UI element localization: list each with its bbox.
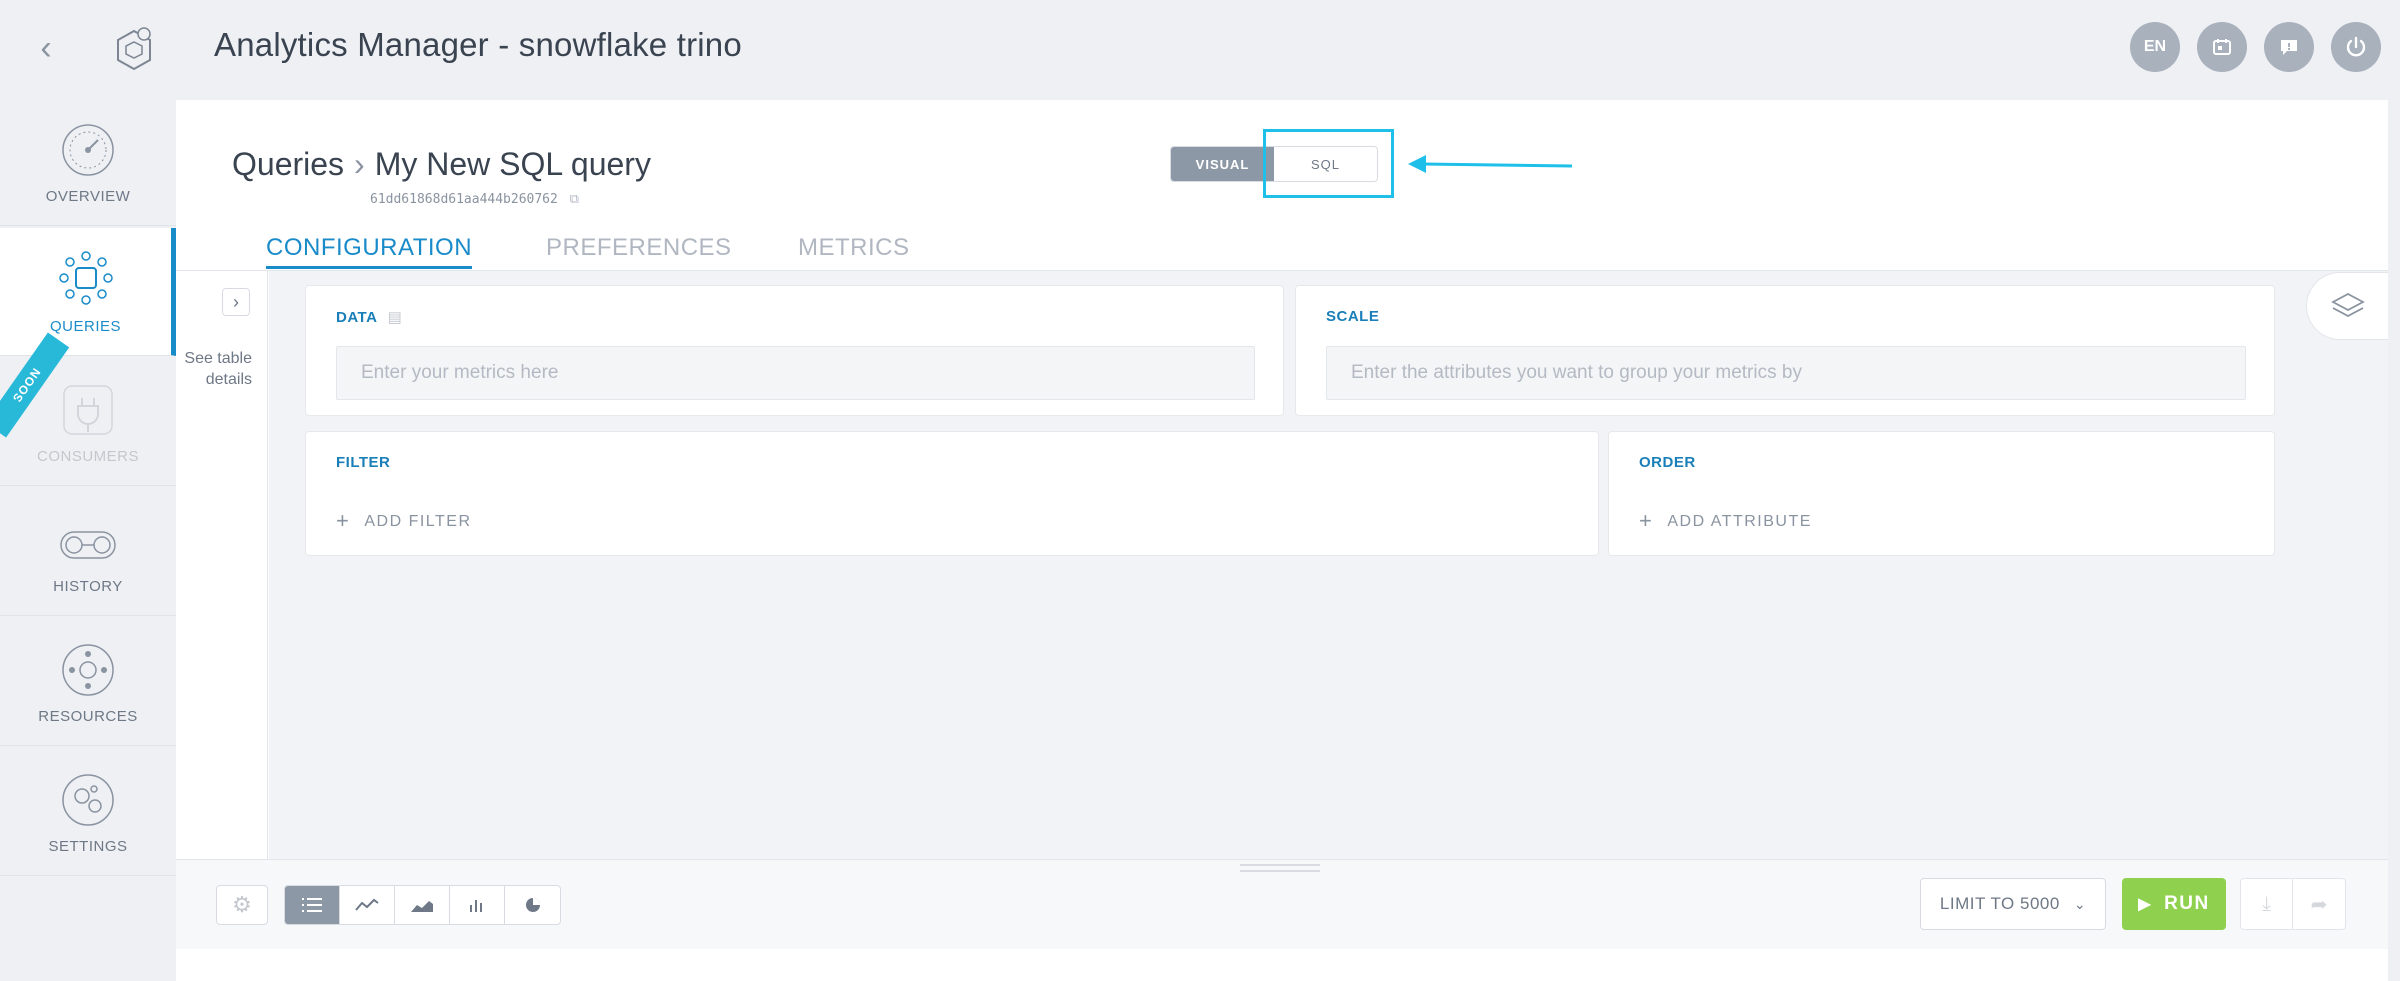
order-card-title: ORDER	[1639, 454, 1696, 471]
add-attribute-button[interactable]: + ADD ATTRIBUTE	[1639, 508, 1812, 534]
sidebar: OVERVIEW QUERIES CONSUMERS HISTORY RESOU…	[0, 98, 176, 876]
query-name[interactable]: My New SQL query	[375, 146, 651, 182]
order-card: ORDER + ADD ATTRIBUTE	[1608, 431, 2275, 556]
plus-icon: +	[336, 508, 351, 533]
expand-panel-button[interactable]: ›	[222, 288, 250, 316]
sidebar-item-settings[interactable]: SETTINGS	[0, 748, 176, 876]
data-card-title: DATA ▤	[336, 309, 403, 326]
settings-icon	[62, 774, 114, 826]
app-title: Analytics Manager - snowflake trino	[214, 26, 742, 63]
download-icon[interactable]: ⤓	[2241, 879, 2294, 929]
sidebar-item-label: CONSUMERS	[36, 448, 139, 465]
gauge-icon	[62, 124, 114, 176]
language-button[interactable]: EN	[2130, 22, 2180, 72]
visual-mode-button[interactable]: VISUAL	[1171, 147, 1274, 181]
visualization-type-group	[284, 885, 561, 925]
data-card: DATA ▤ Enter your metrics here	[305, 285, 1284, 416]
sidebar-item-label: QUERIES	[49, 318, 121, 335]
scale-card-title: SCALE	[1326, 308, 1380, 325]
layers-icon[interactable]	[2306, 272, 2388, 340]
chat-icon[interactable]	[2264, 22, 2314, 72]
sidebar-item-resources[interactable]: RESOURCES	[0, 618, 176, 746]
scale-attributes-input[interactable]: Enter the attributes you want to group y…	[1326, 346, 2246, 400]
tab-metrics[interactable]: METRICS	[798, 234, 910, 262]
export-group: ⤓ ➦	[2240, 878, 2346, 930]
share-icon[interactable]: ➦	[2293, 879, 2345, 929]
plug-icon	[63, 385, 113, 435]
play-icon: ▶	[2138, 896, 2153, 913]
table-view-icon[interactable]	[285, 886, 340, 924]
sidebar-item-queries[interactable]: QUERIES	[0, 228, 176, 356]
metrics-input[interactable]: Enter your metrics here	[336, 346, 1255, 400]
see-table-details-label[interactable]: See table details	[176, 348, 252, 390]
resources-icon	[62, 644, 114, 696]
breadcrumb: Queries › My New SQL query	[232, 146, 651, 183]
query-id: 61dd61868d61aa444b260762 ⧉	[370, 192, 579, 207]
breadcrumb-root[interactable]: Queries	[232, 146, 344, 182]
sparkle-icon: ✦	[8, 394, 25, 416]
filter-card: FILTER + ADD FILTER	[305, 431, 1599, 556]
sparkle-icon: ✦	[26, 382, 38, 398]
chevron-down-icon: ⌄	[2073, 895, 2087, 912]
back-arrow-icon[interactable]: ‹	[28, 30, 64, 66]
run-button[interactable]: ▶ RUN	[2122, 878, 2226, 930]
limit-dropdown[interactable]: LIMIT TO 5000 ⌄	[1920, 878, 2106, 930]
annotation-arrow-icon	[1408, 155, 1573, 173]
gear-icon[interactable]: ⚙	[216, 885, 268, 925]
sidebar-item-label: OVERVIEW	[45, 188, 131, 205]
calendar-icon[interactable]	[2197, 22, 2247, 72]
scale-card: SCALE Enter the attributes you want to g…	[1295, 285, 2275, 416]
filter-card-title: FILTER	[336, 454, 391, 471]
bar-chart-icon[interactable]	[450, 886, 505, 924]
line-chart-icon[interactable]	[340, 886, 395, 924]
plus-icon: +	[1639, 508, 1654, 533]
sidebar-item-label: SETTINGS	[48, 838, 128, 855]
results-area	[176, 949, 2388, 981]
copy-icon[interactable]: ⧉	[570, 192, 579, 207]
history-icon	[60, 531, 116, 559]
document-icon: ▤	[387, 309, 403, 326]
add-filter-button[interactable]: + ADD FILTER	[336, 508, 472, 534]
chevron-right-icon: ›	[354, 146, 365, 182]
area-chart-icon[interactable]	[395, 886, 450, 924]
queries-icon	[58, 251, 113, 305]
sidebar-item-label: HISTORY	[53, 578, 123, 595]
tab-configuration[interactable]: CONFIGURATION	[266, 234, 473, 269]
resize-handle[interactable]	[1240, 864, 1320, 872]
sidebar-item-history[interactable]: HISTORY	[0, 488, 176, 616]
sidebar-item-label: RESOURCES	[38, 708, 138, 725]
annotation-highlight-box	[1263, 129, 1394, 198]
power-icon[interactable]	[2331, 22, 2381, 72]
sidebar-item-overview[interactable]: OVERVIEW	[0, 98, 176, 226]
tab-preferences[interactable]: PREFERENCES	[546, 234, 732, 262]
pie-chart-icon[interactable]	[505, 886, 560, 924]
app-logo-icon	[117, 27, 151, 71]
